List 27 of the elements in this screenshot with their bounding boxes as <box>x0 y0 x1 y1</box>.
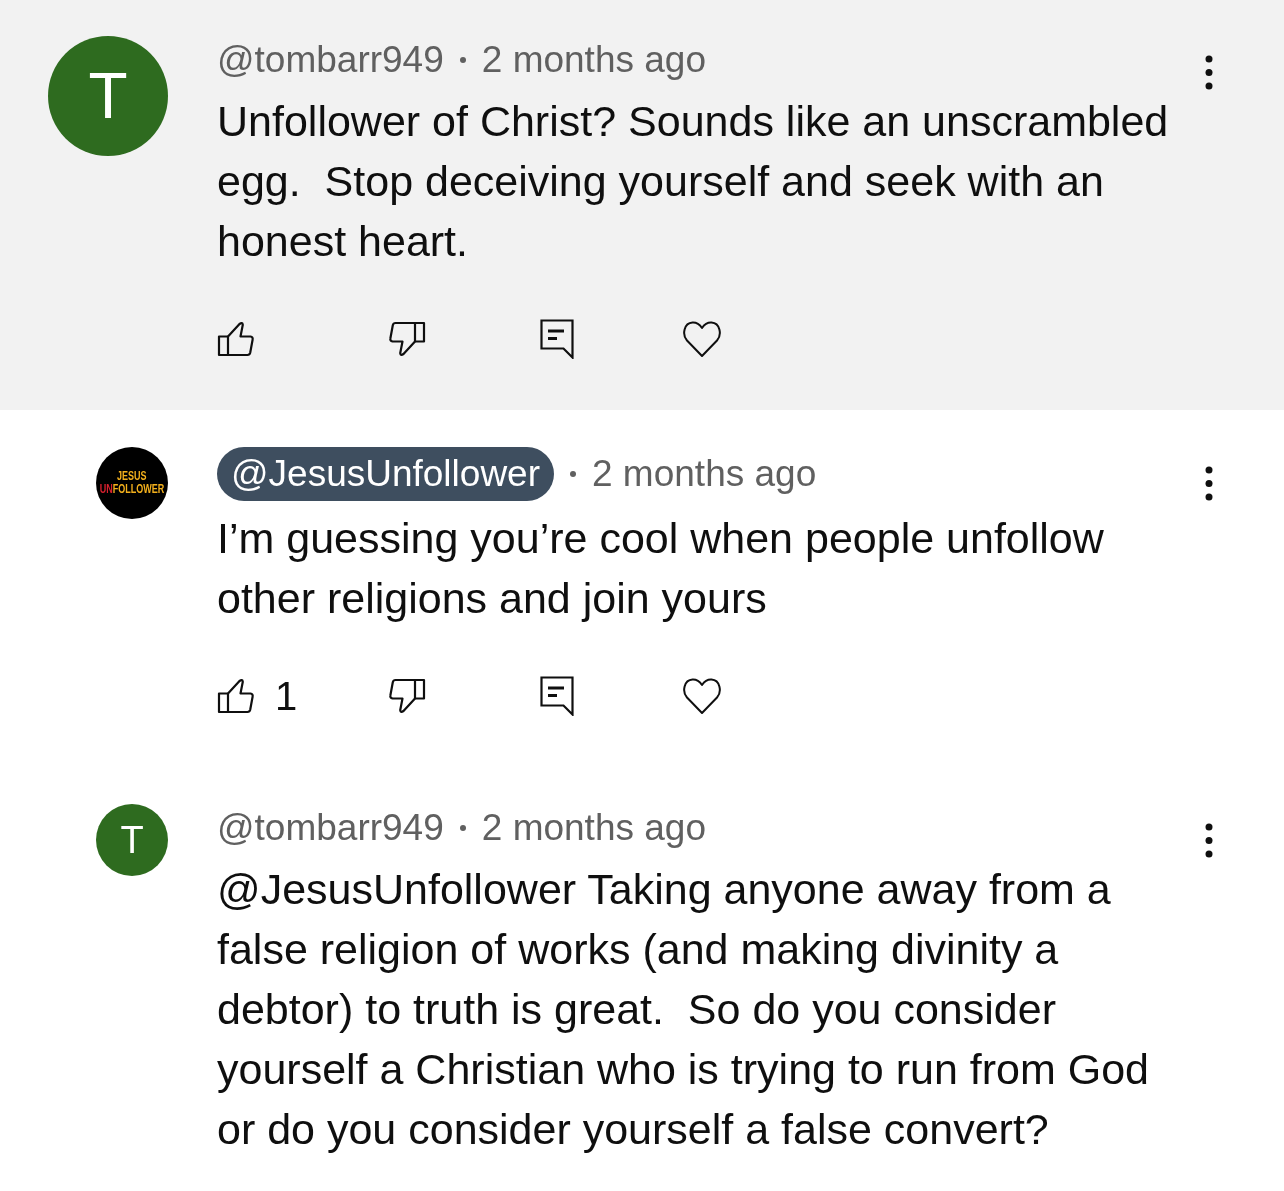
comment-text: I’m guessing you’re cool when people unfollow other religions and join yours <box>217 513 1105 624</box>
comment-text: @JesusUnfollower Taking anyone away from a false religion of works (and making divinity a debtor) to truth is great. So do you consider yourself a Christian who is trying to run from God or do you consider yourself a false convert? <box>217 864 1151 1155</box>
timestamp: 2 months ago <box>592 452 817 496</box>
thumbs-down-icon[interactable] <box>388 678 426 714</box>
heart-icon[interactable] <box>682 677 722 715</box>
channel-logo-avatar[interactable]: JESUS UNFOLLOWER <box>96 447 168 519</box>
avatar[interactable]: T <box>48 36 168 156</box>
speech-bubble-icon[interactable] <box>540 676 574 716</box>
comment-text: Unfollower of Christ? Sounds like an unscrambled egg. Stop deceiving yourself and seek with an honest heart. <box>217 96 1170 267</box>
timestamp: 2 months ago <box>481 806 706 850</box>
author-chip[interactable]: @JesusUnfollower <box>217 447 554 501</box>
like-button[interactable] <box>217 321 255 357</box>
avatar[interactable]: T <box>96 804 168 876</box>
thumbs-down-icon[interactable] <box>388 321 426 357</box>
thumbs-up-icon <box>217 321 255 357</box>
author-name[interactable]: @tombarr949 <box>217 804 444 852</box>
author-name[interactable]: @tombarr949 <box>217 36 444 84</box>
more-menu-icon[interactable] <box>1205 823 1213 858</box>
more-menu-icon[interactable] <box>1205 55 1213 90</box>
logo-text: UNFOLLOWER <box>99 483 165 496</box>
timestamp: 2 months ago <box>481 38 706 82</box>
thumbs-up-icon <box>217 678 255 714</box>
logo-text: JESUS <box>117 470 147 483</box>
like-button[interactable]: 1 <box>217 676 298 716</box>
speech-bubble-icon[interactable] <box>540 319 574 359</box>
more-menu-icon[interactable] <box>1205 466 1213 501</box>
heart-icon[interactable] <box>682 320 722 358</box>
